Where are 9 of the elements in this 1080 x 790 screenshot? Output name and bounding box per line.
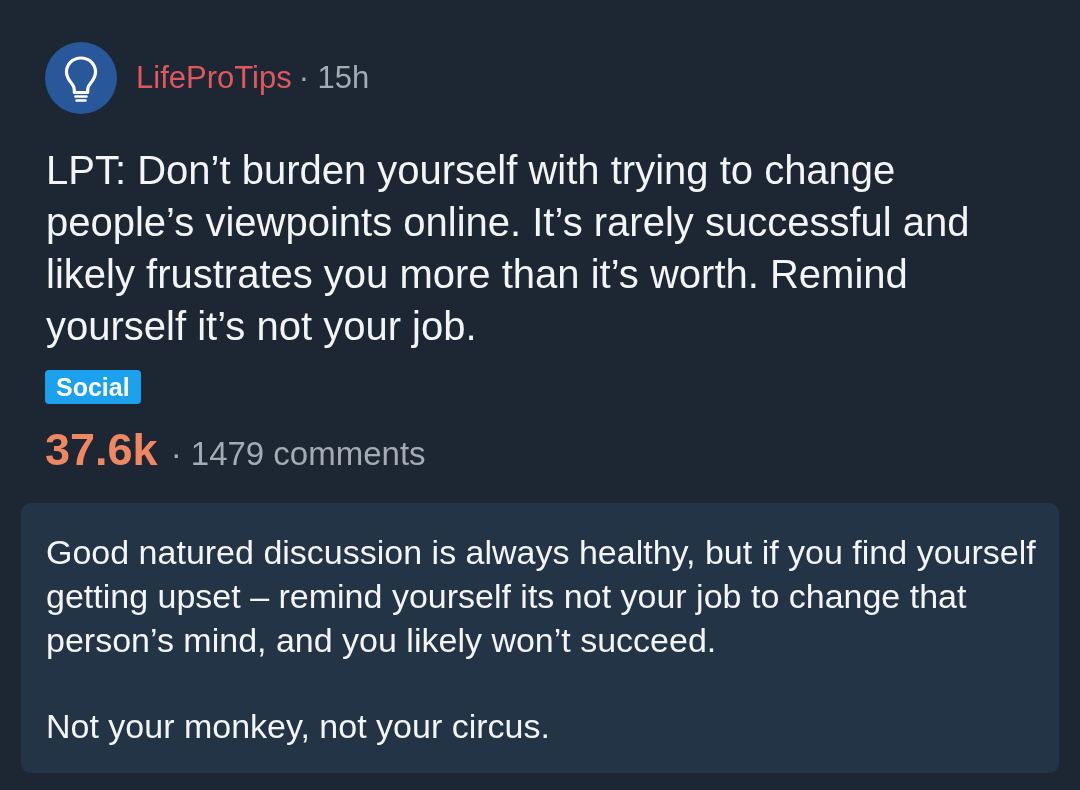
subreddit-link[interactable]: LifeProTips <box>136 60 292 96</box>
flair-tag: Social <box>45 370 141 404</box>
body-paragraph: Good natured discussion is always healthy, but if you find yourself getting upset – remind yourself its not your job to change that person’s mind, and you likely won’t succeed. <box>46 532 1037 661</box>
lightbulb-avatar-icon <box>45 42 117 114</box>
vote-score: 37.6k <box>45 424 158 476</box>
body-paragraph: Not your monkey, not your circus. <box>46 706 551 747</box>
post-time: · 15h <box>298 60 370 96</box>
post-title: LPT: Don’t burden yourself with trying to change people’s viewpoints online. It’s rarely successful and likely frustrates you more than it’s worth. Remind yourself it’s not your job. <box>46 147 971 350</box>
comment-count[interactable]: · 1479 comments <box>170 428 426 480</box>
